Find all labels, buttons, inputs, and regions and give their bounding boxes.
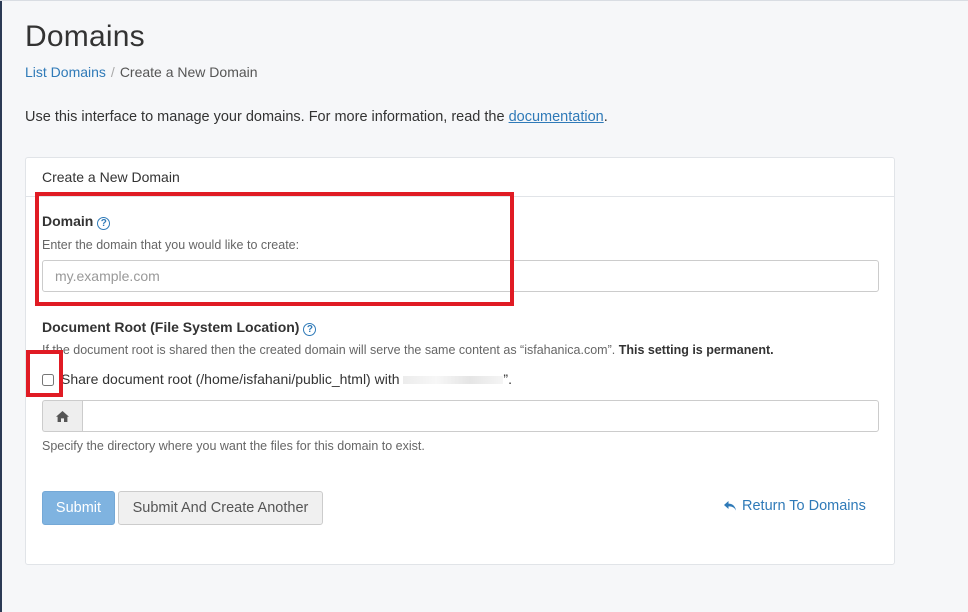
document-root-hint-text: If the document root is shared then the …	[42, 343, 616, 357]
submit-button[interactable]: Submit	[42, 491, 115, 525]
redacted-domain-mask	[403, 376, 504, 385]
question-circle-icon[interactable]: ?	[97, 217, 111, 230]
share-document-root-suffix: ”.	[503, 371, 512, 387]
return-to-domains-link[interactable]: Return To Domains	[723, 498, 866, 514]
breadcrumb-current: Create a New Domain	[119, 64, 258, 80]
breadcrumb-list-domains[interactable]: List Domains	[25, 64, 106, 80]
share-document-root-text: Share document root (/home/isfahani/publ…	[61, 371, 400, 387]
domain-label-text: Domain	[42, 213, 94, 229]
documentation-link[interactable]: documentation	[509, 109, 604, 125]
breadcrumb-separator: /	[110, 64, 115, 80]
home-addon	[42, 400, 82, 432]
reply-arrow-icon	[724, 501, 736, 511]
document-root-hint: If the document root is shared then the …	[42, 343, 887, 357]
return-to-domains-label: Return To Domains	[742, 498, 866, 514]
document-root-path-hint: Specify the directory where you want the…	[42, 439, 425, 453]
domain-label: Domain?	[42, 213, 111, 230]
document-root-path-input[interactable]	[82, 400, 879, 432]
document-root-label: Document Root (File System Location)?	[42, 319, 317, 336]
page-title: Domains	[25, 20, 145, 53]
home-icon	[56, 410, 69, 422]
document-root-hint-strong: This setting is permanent.	[618, 343, 774, 357]
create-domain-panel: Create a New Domain Domain? Enter the do…	[25, 157, 895, 565]
breadcrumb: List Domains / Create a New Domain	[25, 64, 258, 80]
panel-heading: Create a New Domain	[26, 158, 894, 197]
intro-sentence: Use this interface to manage your domain…	[25, 109, 505, 125]
share-document-root-checkbox[interactable]	[42, 374, 54, 386]
left-edge-rule	[0, 0, 2, 612]
submit-and-create-another-button[interactable]: Submit And Create Another	[118, 491, 323, 525]
top-edge-rule	[0, 0, 968, 1]
question-circle-icon[interactable]: ?	[303, 323, 317, 336]
intro-text: Use this interface to manage your domain…	[25, 109, 608, 125]
domain-hint: Enter the domain that you would like to …	[42, 238, 300, 252]
document-root-label-text: Document Root (File System Location)	[42, 319, 300, 335]
domain-input[interactable]	[42, 260, 879, 292]
intro-suffix: .	[603, 109, 608, 125]
share-document-root-label[interactable]: Share document root (/home/isfahani/publ…	[61, 371, 512, 387]
